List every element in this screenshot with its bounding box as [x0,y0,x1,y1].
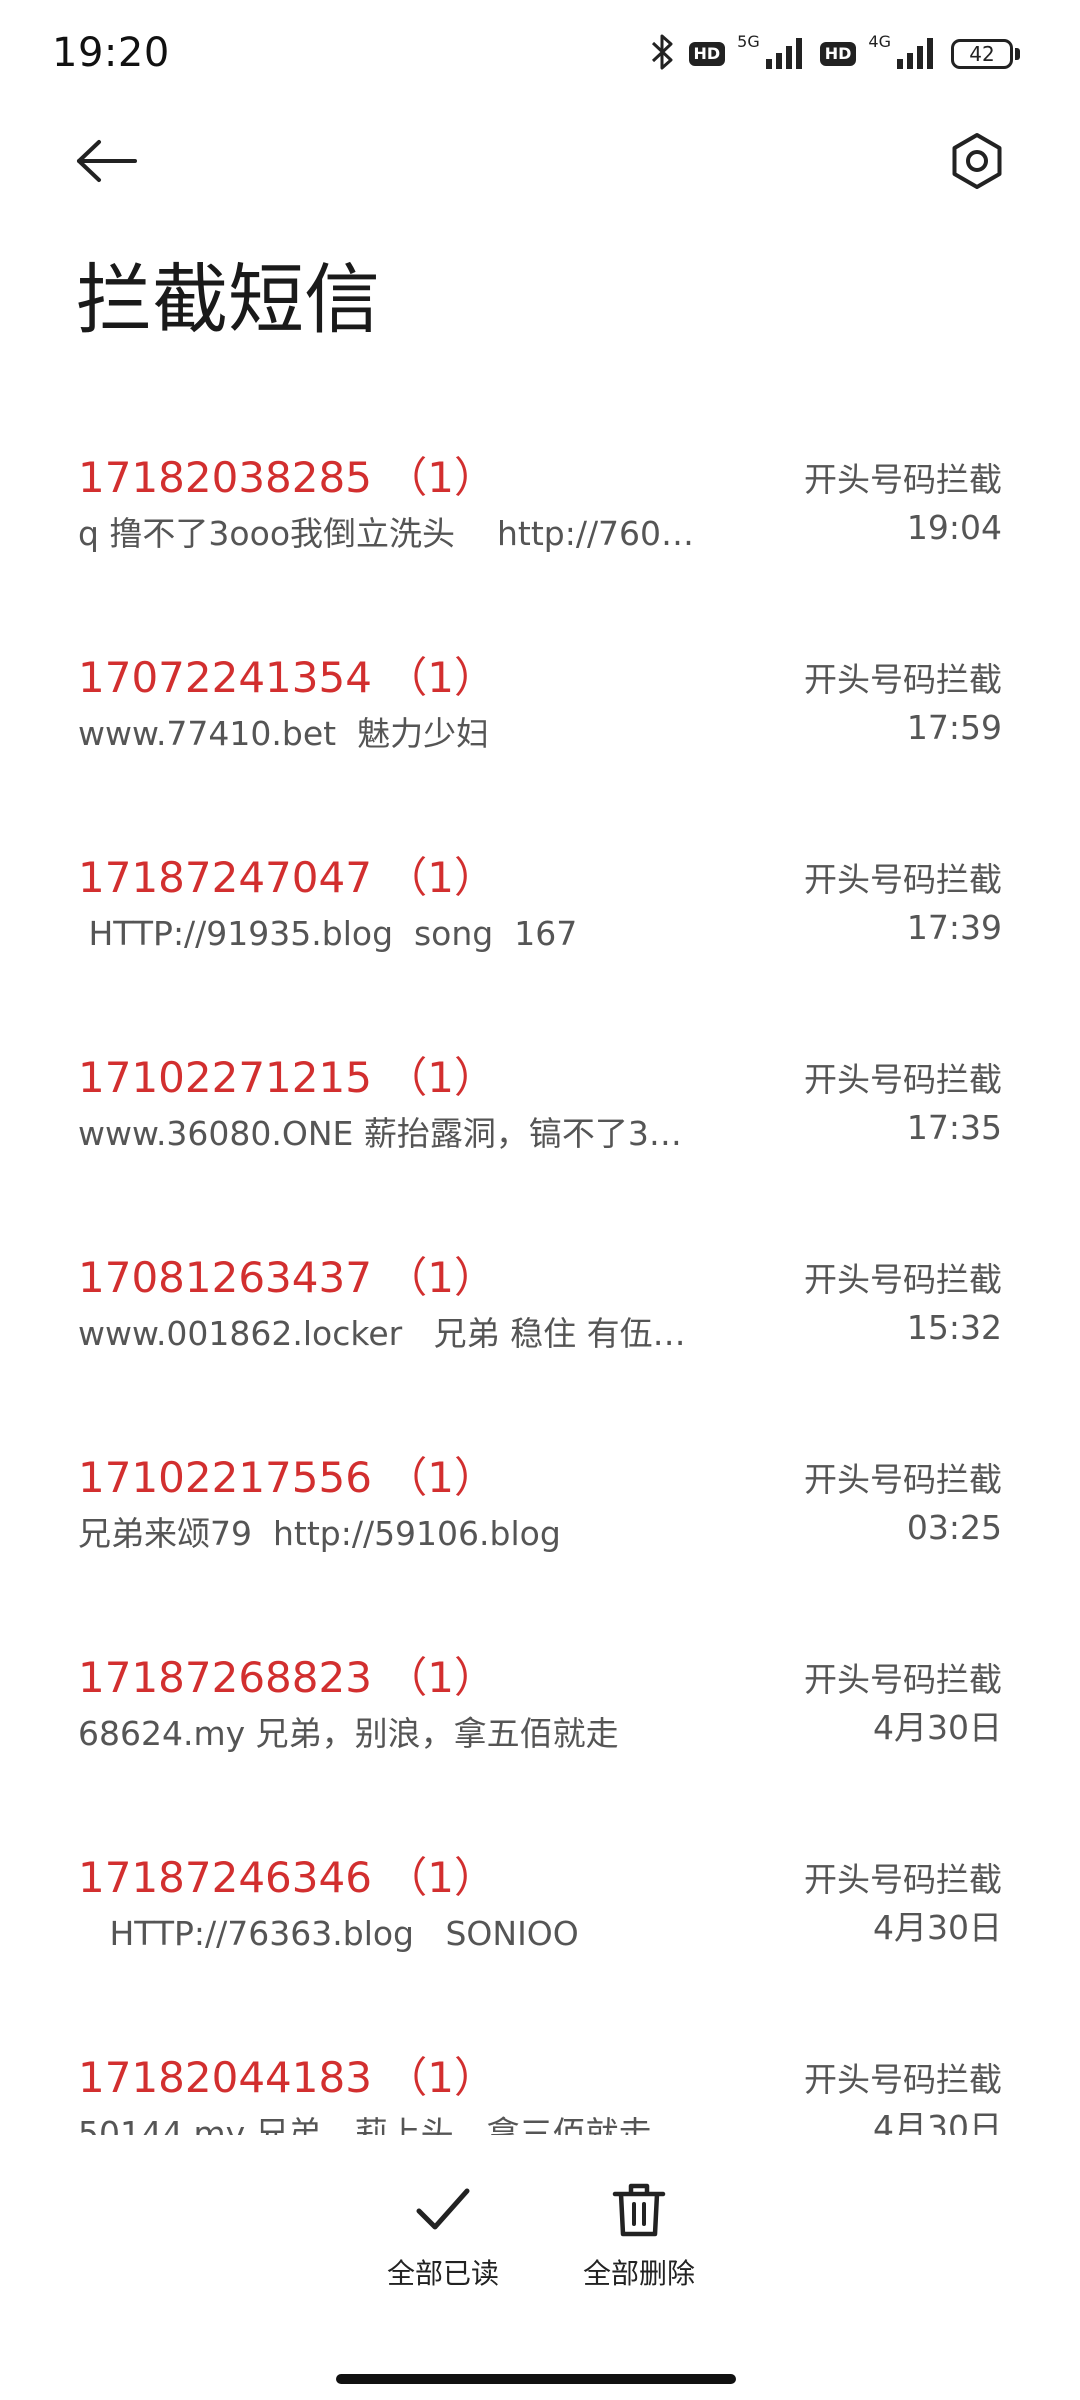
status-bar: 19:20 HD 5G HD 4G 42 [0,0,1080,110]
network-4g-label: 4G [868,32,891,51]
list-item[interactable]: 17102217556 （1） 兄弟来颂79 http://59106.blog… [0,1410,1080,1610]
sender-number: 17072241354 （1） [78,653,497,702]
back-arrow-icon [77,140,137,182]
message-preview: www.001862.locker 兄弟 稳住 有伍… [78,1314,686,1353]
battery-tip [1015,48,1020,60]
sender-number: 17187268823 （1） [78,1653,497,1702]
checkmark-icon [416,2188,470,2230]
block-reason: 开头号码拦截 [804,460,1002,499]
hd-badge-2: HD [819,42,857,66]
network-5g-label: 5G [737,32,760,51]
message-preview: 兄弟来颂79 http://59106.blog [78,1514,561,1553]
signal-icon-2 [895,35,939,73]
sender-number: 17081263437 （1） [78,1253,497,1302]
settings-gear-icon [952,133,1002,189]
message-time: 4月30日 [873,1708,1002,1747]
sender-number: 17182038285 （1） [78,453,497,502]
delete-all-button[interactable]: 全部删除 [554,2180,724,2310]
message-preview: HTTP://76363.blog SONIOO [78,1914,579,1953]
message-preview: q 撸不了3ooo我倒立洗头 http://760… [78,514,695,553]
signal-icon [764,35,808,73]
page-title: 拦截短信 [76,255,380,344]
message-time: 15:32 [906,1308,1002,1347]
message-time: 4月30日 [873,2108,1002,2135]
list-item[interactable]: 17187247047 （1） HTTP://91935.blog song 1… [0,810,1080,1010]
block-reason: 开头号码拦截 [804,860,1002,899]
block-reason: 开头号码拦截 [804,660,1002,699]
block-reason: 开头号码拦截 [804,2060,1002,2099]
block-reason: 开头号码拦截 [804,1660,1002,1699]
list-item[interactable]: 17182038285 （1） q 撸不了3ooo我倒立洗头 http://76… [0,410,1080,610]
sender-number: 17187246346 （1） [78,1853,497,1902]
list-item[interactable]: 17081263437 （1） www.001862.locker 兄弟 稳住 … [0,1210,1080,1410]
settings-button[interactable] [934,118,1020,204]
status-icons: HD 5G HD 4G 42 [649,32,1020,75]
message-time: 17:59 [906,708,1002,747]
list-item[interactable]: 17187268823 （1） 68624.my 兄弟，别浪，拿五佰就走 开头号… [0,1610,1080,1810]
blocked-message-list[interactable]: 17182038285 （1） q 撸不了3ooo我倒立洗头 http://76… [0,410,1080,2135]
message-time: 4月30日 [873,1908,1002,1947]
sender-number: 17182044183 （1） [78,2053,497,2102]
hd-badge: HD [688,42,726,66]
list-item[interactable]: 17182044183 （1） 50144.my 兄弟，莉上头，拿三佰就走 开头… [0,2010,1080,2135]
back-button[interactable] [64,118,150,204]
sender-number: 17102271215 （1） [78,1053,497,1102]
bluetooth-icon [649,33,677,75]
message-time: 17:35 [906,1108,1002,1147]
battery-icon: 42 [951,39,1020,69]
trash-icon [612,2183,666,2237]
block-reason: 开头号码拦截 [804,1460,1002,1499]
sender-number: 17102217556 （1） [78,1453,497,1502]
block-reason: 开头号码拦截 [804,1260,1002,1299]
message-preview: 68624.my 兄弟，别浪，拿五佰就走 [78,1714,619,1753]
delete-all-label: 全部删除 [582,2257,695,2290]
list-item[interactable]: 17102271215 （1） www.36080.ONE 薪抬露洞，镐不了3…… [0,1010,1080,1210]
block-reason: 开头号码拦截 [804,1860,1002,1899]
message-preview: www.77410.bet 魅力少妇 [78,714,490,753]
message-preview: HTTP://91935.blog song 167 [78,914,578,953]
mark-all-read-label: 全部已读 [386,2257,499,2290]
bottom-action-bar: 全部已读 全部删除 [0,2180,1080,2310]
message-time: 19:04 [906,508,1002,547]
status-time: 19:20 [52,30,170,76]
block-reason: 开头号码拦截 [804,1060,1002,1099]
list-item[interactable]: 17187246346 （1） HTTP://76363.blog SONIOO… [0,1810,1080,2010]
home-indicator[interactable] [336,2374,736,2384]
message-preview: www.36080.ONE 薪抬露洞，镐不了3… [78,1114,682,1153]
message-time: 17:39 [906,908,1002,947]
message-preview: 50144.my 兄弟，莉上头，拿三佰就走 [78,2114,652,2135]
message-list: 17182038285 （1） q 撸不了3ooo我倒立洗头 http://76… [0,410,1080,2135]
sender-number: 17187247047 （1） [78,853,497,902]
battery-level: 42 [951,39,1013,69]
list-item[interactable]: 17072241354 （1） www.77410.bet 魅力少妇 开头号码拦… [0,610,1080,810]
message-time: 03:25 [906,1508,1002,1547]
mark-all-read-button[interactable]: 全部已读 [358,2180,528,2310]
